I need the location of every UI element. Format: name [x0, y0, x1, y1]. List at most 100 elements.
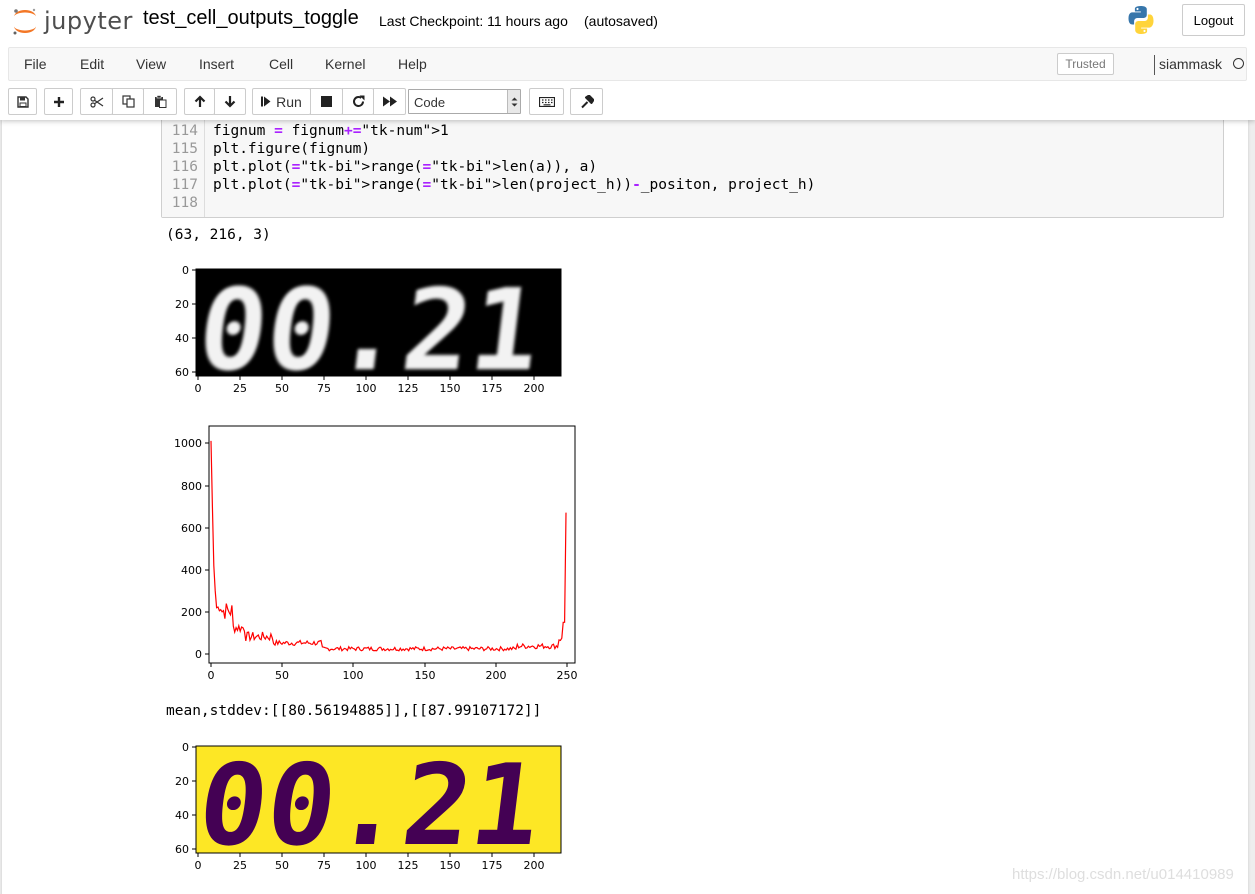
keyboard-icon — [538, 96, 555, 107]
line-number: 116 — [171, 159, 198, 175]
jupyter-logo[interactable]: jupyter — [10, 4, 133, 38]
line-number-gutter: 114 115 116 117 118 — [162, 120, 205, 217]
x-axis: 0 50 100 150 200 250 — [208, 663, 578, 682]
menu-help[interactable]: Help — [398, 56, 427, 72]
run-button[interactable]: Run — [252, 88, 311, 115]
x-tick-label: 125 — [398, 859, 419, 872]
code-cell[interactable]: 114 115 116 117 118 fignum = fignum+="tk… — [161, 120, 1224, 218]
x-tick-label: 50 — [275, 859, 289, 872]
paste-icon — [154, 95, 166, 108]
y-tick-label: 40 — [175, 809, 189, 822]
y-tick-label: 200 — [181, 606, 202, 619]
x-tick-label: 50 — [275, 382, 289, 395]
x-tick-label: 0 — [208, 669, 215, 682]
copy-button[interactable] — [112, 88, 144, 115]
checkpoint-status: Last Checkpoint: 11 hours ago — [379, 13, 568, 29]
x-tick-label: 150 — [440, 859, 461, 872]
plus-icon — [53, 96, 64, 107]
x-tick-label: 0 — [195, 382, 202, 395]
move-up-button[interactable] — [184, 88, 215, 115]
code-line[interactable]: plt.figure(fignum) — [213, 140, 370, 158]
menu-insert[interactable]: Insert — [199, 56, 234, 72]
y-tick-label: 40 — [175, 332, 189, 345]
output-mean-stddev-text: mean,stddev:[[80.56194885]],[[87.9910717… — [166, 703, 542, 719]
x-tick-label: 100 — [343, 669, 364, 682]
paste-button[interactable] — [143, 88, 177, 115]
watermark: https://blog.csdn.net/u014410989 — [1012, 866, 1234, 883]
cut-button[interactable] — [80, 88, 113, 115]
line-number: 115 — [171, 141, 198, 157]
move-down-button[interactable] — [214, 88, 246, 115]
y-tick-label: 800 — [181, 480, 202, 493]
notebook-page: 114 115 116 117 118 fignum = fignum+="tk… — [2, 120, 1248, 894]
output-shape-text: (63, 216, 3) — [166, 227, 271, 243]
menu-edit[interactable]: Edit — [80, 56, 104, 72]
menu-view[interactable]: View — [136, 56, 166, 72]
cell-type-value: Code — [414, 95, 446, 110]
save-button[interactable] — [8, 88, 37, 115]
logo-text: jupyter — [44, 7, 133, 35]
line-number: 114 — [171, 123, 198, 139]
y-tick-label: 0 — [195, 648, 202, 661]
restart-run-all-button[interactable] — [373, 88, 406, 115]
restart-icon — [352, 95, 364, 107]
kernel-name[interactable]: siammask — [1159, 56, 1222, 72]
x-tick-label: 100 — [356, 859, 377, 872]
arrow-up-icon — [194, 95, 205, 107]
notebook-area[interactable]: 114 115 116 117 118 fignum = fignum+="tk… — [0, 120, 1255, 894]
menu-cell[interactable]: Cell — [269, 56, 293, 72]
x-tick-label: 75 — [317, 382, 331, 395]
logout-button[interactable]: Logout — [1182, 4, 1245, 36]
insert-cell-button[interactable] — [44, 88, 73, 115]
x-tick-label: 25 — [233, 382, 247, 395]
y-tick-label: 20 — [175, 775, 189, 788]
cell-type-select[interactable]: Code — [408, 89, 521, 114]
cut-icon — [89, 95, 103, 108]
y-tick-label: 400 — [181, 564, 202, 577]
y-axis: 0 200 400 600 800 1000 — [174, 437, 209, 661]
menubar: File Edit View Insert Cell Kernel Help T… — [8, 47, 1247, 81]
fast-forward-icon — [382, 96, 397, 107]
y-tick-label: 20 — [175, 298, 189, 311]
x-tick-label: 175 — [482, 382, 503, 395]
interrupt-button[interactable] — [310, 88, 343, 115]
x-tick-label: 175 — [482, 859, 503, 872]
binary-image-plot: 00.21 0 20 40 60 0 25 50 75 100 125 150 … — [175, 740, 562, 872]
x-tick-label: 200 — [524, 859, 545, 872]
x-tick-label: 200 — [524, 382, 545, 395]
menu-kernel[interactable]: Kernel — [325, 56, 365, 72]
command-palette-button[interactable] — [529, 88, 564, 115]
y-tick-label: 0 — [182, 741, 189, 754]
x-tick-label: 150 — [440, 382, 461, 395]
x-tick-label: 125 — [398, 382, 419, 395]
kernel-separator — [1154, 55, 1155, 75]
histogram-line-plot: 0 200 400 600 800 1000 0 50 100 150 200 … — [174, 425, 578, 682]
notebook-header: jupyter test_cell_outputs_toggle Last Ch… — [0, 0, 1255, 120]
arrow-down-icon — [224, 96, 236, 108]
y-tick-label: 600 — [181, 522, 202, 535]
wrench-icon — [580, 94, 594, 108]
x-tick-label: 200 — [486, 669, 507, 682]
chevron-down-icon — [507, 90, 520, 113]
y-axis: 0 20 40 60 — [175, 741, 196, 856]
y-tick-label: 60 — [175, 366, 189, 379]
code-line[interactable]: plt.plot(="tk-bi">range(="tk-bi">len(pro… — [213, 176, 815, 194]
x-tick-label: 100 — [356, 382, 377, 395]
code-line[interactable]: plt.plot(="tk-bi">range(="tk-bi">len(a))… — [213, 158, 597, 176]
trusted-indicator[interactable]: Trusted — [1057, 53, 1114, 75]
menu-file[interactable]: File — [24, 56, 47, 72]
save-icon — [16, 95, 29, 108]
autosave-status: (autosaved) — [584, 13, 658, 29]
code-line[interactable]: fignum = fignum+="tk-num">1 — [213, 122, 449, 140]
notebook-name[interactable]: test_cell_outputs_toggle — [143, 7, 359, 30]
x-tick-label: 50 — [275, 669, 289, 682]
python-kernel-icon — [1128, 6, 1154, 34]
y-tick-label: 1000 — [174, 437, 202, 450]
restart-button[interactable] — [342, 88, 374, 115]
run-label: Run — [276, 93, 302, 110]
digit-readout-binary: 00.21 — [192, 740, 548, 871]
line-number: 118 — [171, 195, 198, 211]
celltoolbar-button[interactable] — [570, 88, 603, 115]
x-tick-label: 250 — [557, 669, 578, 682]
jupyter-logo-icon — [13, 8, 36, 35]
